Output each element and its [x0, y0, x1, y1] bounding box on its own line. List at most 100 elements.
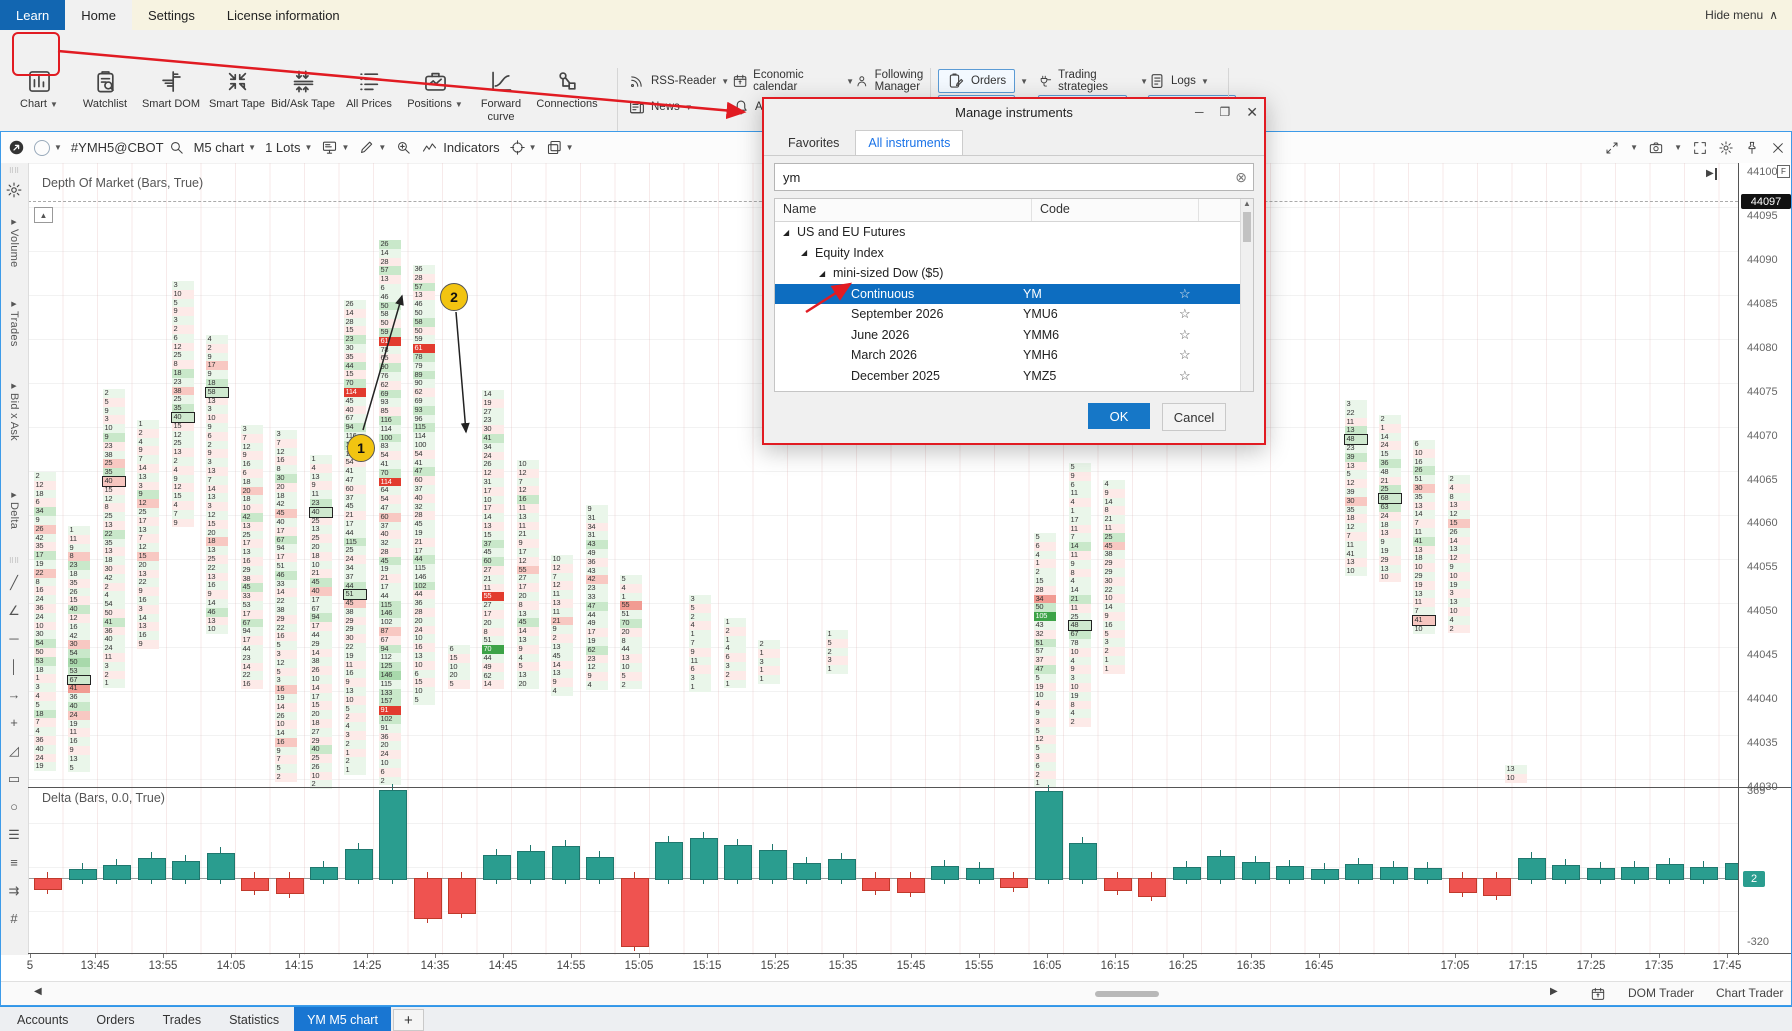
drawing-tool-icon-3[interactable]: │ [0, 659, 28, 674]
scrollbar-thumb[interactable] [1095, 991, 1159, 997]
ribbon-button-orders[interactable]: Orders▼ [938, 68, 1038, 94]
ribbon-button-all-prices[interactable]: All Prices [336, 64, 402, 111]
instrument-row[interactable]: ContinuousYM☆ [775, 284, 1253, 305]
ribbon-button-watchlist[interactable]: Watchlist [72, 64, 138, 111]
dialog-tab-all-instruments[interactable]: All instruments [855, 130, 963, 155]
instrument-row[interactable]: ◢mini-sized Dow ($5) [775, 263, 1253, 284]
workspace-tab-orders[interactable]: Orders [83, 1007, 147, 1031]
instrument-row[interactable]: September 2026YMU6☆ [775, 304, 1253, 325]
gear-icon[interactable] [5, 181, 23, 199]
zoom-in-icon[interactable] [395, 139, 412, 156]
workspace-tab-accounts[interactable]: Accounts [4, 1007, 81, 1031]
scroll-right-icon[interactable]: ▶ [1550, 986, 1558, 997]
menu-tab-license-information[interactable]: License information [211, 0, 356, 30]
resize-icon[interactable] [1604, 140, 1620, 156]
close-icon[interactable]: ✕ [1246, 104, 1258, 121]
ribbon-button-smart-dom[interactable]: Smart DOM [138, 64, 204, 111]
drawing-tool-icon-0[interactable]: ╱ [0, 575, 28, 591]
clear-search-icon[interactable]: ⊗ [1235, 169, 1247, 186]
column-header-code[interactable]: Code [1032, 199, 1199, 221]
panel-toggle-delta[interactable]: ▶ Delta [0, 484, 28, 534]
instrument-row[interactable]: ◢Equity Index [775, 243, 1253, 264]
drawing-tool-icon-5[interactable]: + [0, 715, 28, 730]
symbol-color-selector[interactable]: ▼ [34, 140, 62, 156]
crosshair-button[interactable]: ▼ [509, 139, 537, 156]
instrument-search-input[interactable]: ym ⊗ [774, 163, 1254, 191]
dialog-title-bar[interactable]: Manage instruments ─ ❐ ✕ [764, 99, 1264, 125]
instrument-row[interactable]: December 2025YMZ5☆ [775, 366, 1253, 387]
scrollbar-thumb[interactable] [1243, 212, 1251, 242]
price-axis[interactable]: F 44100440954409044085440804407544070440… [1738, 163, 1792, 955]
tree-expand-icon[interactable]: ◢ [783, 228, 789, 237]
column-header-name[interactable]: Name [775, 199, 1032, 221]
ribbon-button-news[interactable]: News▼ [628, 94, 732, 120]
ribbon-button-economic-calendar[interactable]: Economic calendar▼ [732, 68, 854, 94]
maximize-icon[interactable]: ❐ [1220, 105, 1231, 119]
instrument-row[interactable]: June 2026YMM6☆ [775, 325, 1253, 346]
ribbon-button-connections[interactable]: Connections [534, 64, 600, 111]
camera-icon[interactable] [1648, 140, 1664, 156]
time-axis[interactable]: 5 13:45 13:55 14:05 14:15 14:25 14:35 14… [28, 954, 1738, 981]
drawing-tool-icon-11[interactable]: ⇉ [0, 883, 28, 899]
ribbon-button-logs[interactable]: Logs▼ [1148, 68, 1240, 94]
indicators-button[interactable]: Indicators [421, 139, 499, 156]
drawing-tool-icon-9[interactable]: ☰ [0, 827, 28, 843]
chart-style-button[interactable]: ▼ [321, 139, 349, 156]
close-icon[interactable] [1770, 140, 1786, 156]
drawing-tool-icon-6[interactable]: ◿ [0, 743, 28, 759]
cancel-button[interactable]: Cancel [1162, 403, 1226, 431]
drawing-tool-icon-2[interactable]: ─ [0, 631, 28, 646]
ribbon-button-bid-ask-tape[interactable]: Bid/Ask Tape [270, 64, 336, 111]
menu-tab-settings[interactable]: Settings [132, 0, 211, 30]
panel-toggle-bid-x-ask[interactable]: ▶ Bid x Ask [0, 375, 28, 446]
pane-divider[interactable] [28, 787, 1792, 788]
tree-expand-icon[interactable]: ◢ [819, 269, 825, 278]
favorite-star-icon[interactable]: ☆ [1179, 368, 1191, 384]
fullscreen-icon[interactable] [1692, 140, 1708, 156]
dialog-tab-favorites[interactable]: Favorites [776, 131, 851, 155]
workspace-tab-trades[interactable]: Trades [150, 1007, 214, 1031]
drawing-tool-icon-1[interactable]: ∠ [0, 603, 28, 619]
panel-toggle-trades[interactable]: ▶ Trades [0, 293, 28, 352]
drawing-tools-button[interactable]: ▼ [358, 139, 386, 156]
drawing-tool-icon-8[interactable]: ○ [0, 799, 28, 814]
ribbon-button-smart-tape[interactable]: Smart Tape [204, 64, 270, 111]
hide-menu-button[interactable]: Hide menu ∧ [1705, 0, 1778, 30]
menu-tab-learn[interactable]: Learn [0, 0, 65, 30]
drawing-tool-icon-12[interactable]: # [0, 911, 28, 926]
chart-trader-button[interactable]: Chart Trader [1716, 986, 1783, 1000]
drag-handle-icon[interactable]: ⠿⠿ [0, 167, 28, 175]
ribbon-button-positions[interactable]: Positions ▼ [402, 64, 468, 111]
lots-selector[interactable]: 1 Lots ▼ [265, 140, 312, 155]
scroll-left-icon[interactable]: ◀ [34, 986, 42, 997]
ribbon-button-chart[interactable]: Chart ▼ [6, 64, 72, 111]
workspace-tab-ym-m5-chart[interactable]: YM M5 chart [294, 1007, 391, 1031]
minimize-icon[interactable]: ─ [1195, 105, 1204, 119]
tree-expand-icon[interactable]: ◢ [801, 248, 807, 257]
workspace-tab-statistics[interactable]: Statistics [216, 1007, 292, 1031]
ribbon-button-forward-curve[interactable]: Forward curve [468, 64, 534, 123]
favorite-star-icon[interactable]: ☆ [1179, 327, 1191, 343]
ribbon-button-trading-strategies[interactable]: Trading strategies▼ [1038, 68, 1148, 94]
drawing-tool-icon-10[interactable]: ≡ [0, 855, 28, 870]
period-selector[interactable]: M5 chart ▼ [194, 140, 257, 155]
favorite-star-icon[interactable]: ☆ [1179, 306, 1191, 322]
instrument-row[interactable]: March 2026YMH6☆ [775, 345, 1253, 366]
add-panel-tab[interactable]: + [393, 1009, 424, 1031]
ribbon-button-rss-reader[interactable]: RSS-Reader▼ [628, 68, 732, 94]
layout-button[interactable]: ▼ [546, 139, 574, 156]
ok-button[interactable]: OK [1088, 403, 1150, 429]
gear-icon[interactable] [1718, 140, 1734, 156]
dialog-scrollbar[interactable]: ▲ [1240, 199, 1253, 391]
drawing-tool-icon-4[interactable]: → [0, 687, 28, 702]
drag-handle-icon[interactable]: ⠿⠿ [0, 557, 28, 565]
calendar-icon[interactable] [1590, 986, 1606, 1002]
pin-icon[interactable] [1744, 140, 1760, 156]
favorite-star-icon[interactable]: ☆ [1179, 347, 1191, 363]
symbol-selector[interactable]: #YMH5@CBOT [71, 139, 185, 156]
instrument-row[interactable]: ◢US and EU Futures [775, 222, 1253, 243]
menu-tab-home[interactable]: Home [65, 0, 132, 30]
dom-trader-button[interactable]: DOM Trader [1628, 986, 1694, 1000]
panel-toggle-volume[interactable]: ▶ Volume [0, 211, 28, 273]
drawing-tool-icon-7[interactable]: ▭ [0, 771, 28, 787]
